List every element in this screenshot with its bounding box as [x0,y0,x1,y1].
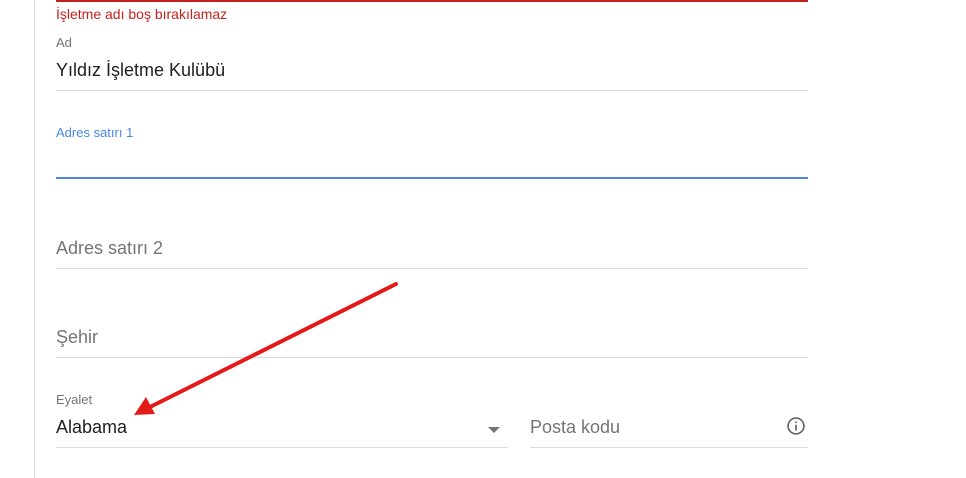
chevron-down-icon[interactable] [488,427,500,433]
address-line-2-field[interactable]: Adres satırı 2 [56,236,808,270]
state-dropdown[interactable]: Eyalet Alabama [56,391,508,449]
state-underline [56,447,508,448]
business-address-form-page: İşletme adı boş bırakılamaz Ad Yıldız İş… [0,0,966,478]
city-placeholder[interactable]: Şehir [56,325,98,349]
postal-code-underline [530,447,808,448]
postal-code-placeholder[interactable]: Posta kodu [530,415,620,439]
state-label: Eyalet [56,392,93,407]
state-selected-value[interactable]: Alabama [56,415,127,439]
name-field[interactable]: Ad Yıldız İşletme Kulübü [56,34,808,92]
address-line-1-underline [56,177,808,179]
content-left-border [34,0,35,478]
city-field[interactable]: Şehir [56,325,808,359]
city-underline [56,357,808,358]
name-field-underline [56,90,808,91]
info-icon[interactable] [786,416,806,436]
address-line-2-placeholder[interactable]: Adres satırı 2 [56,236,163,260]
address-line-2-underline [56,268,808,269]
address-line-1-field[interactable]: Adres satırı 1 [56,124,808,182]
name-field-value[interactable]: Yıldız İşletme Kulübü [56,58,225,82]
business-name-error-underline [56,0,808,2]
name-field-label: Ad [56,35,72,50]
postal-code-field[interactable]: Posta kodu [530,415,808,449]
address-line-1-label: Adres satırı 1 [56,125,134,140]
business-name-error-message: İşletme adı boş bırakılamaz [56,6,228,22]
